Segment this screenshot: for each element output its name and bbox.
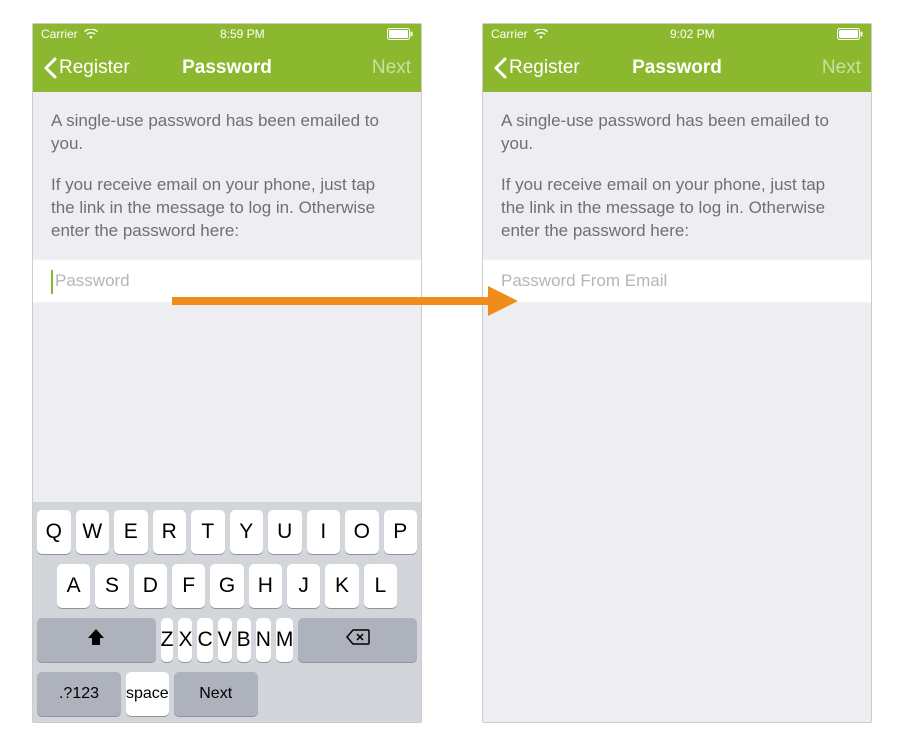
key-v[interactable]: V [218, 618, 232, 662]
key-q[interactable]: Q [37, 510, 71, 554]
page-title: Password [182, 57, 272, 79]
instructions-line1: A single-use password has been emailed t… [501, 110, 853, 156]
symbols-key[interactable]: .?123 [37, 672, 121, 716]
chevron-left-icon [493, 57, 507, 79]
key-l[interactable]: L [364, 564, 397, 608]
back-label: Register [509, 57, 580, 79]
key-j[interactable]: J [287, 564, 320, 608]
back-label: Register [59, 57, 130, 79]
back-button[interactable]: Register [493, 57, 580, 79]
key-u[interactable]: U [268, 510, 302, 554]
key-x[interactable]: X [178, 618, 192, 662]
key-w[interactable]: W [76, 510, 110, 554]
time-label: 8:59 PM [220, 27, 265, 41]
key-n[interactable]: N [256, 618, 271, 662]
keyboard-row-2: A S D F G H J K L [37, 564, 417, 608]
next-button[interactable]: Next [822, 57, 861, 79]
wifi-icon [534, 29, 548, 39]
status-bar: Carrier 9:02 PM [483, 24, 871, 44]
key-m[interactable]: M [276, 618, 294, 662]
password-field[interactable] [51, 271, 403, 291]
battery-icon [837, 28, 863, 40]
key-k[interactable]: K [325, 564, 358, 608]
key-p[interactable]: P [384, 510, 418, 554]
key-b[interactable]: B [237, 618, 251, 662]
body: A single-use password has been emailed t… [483, 92, 871, 722]
shift-icon [86, 628, 106, 652]
key-f[interactable]: F [172, 564, 205, 608]
keyboard-row-1: Q W E R T Y U I O P [37, 510, 417, 554]
body: A single-use password has been emailed t… [33, 92, 421, 722]
page-title: Password [632, 57, 722, 79]
phone-right: Carrier 9:02 PM Register Password Next A… [482, 23, 872, 723]
battery-icon [387, 28, 413, 40]
nav-bar: Register Password Next [483, 44, 871, 92]
key-c[interactable]: C [197, 618, 212, 662]
delete-key[interactable] [298, 618, 417, 662]
carrier-label: Carrier [41, 27, 78, 41]
key-r[interactable]: R [153, 510, 187, 554]
chevron-left-icon [43, 57, 57, 79]
space-key[interactable]: space [126, 672, 169, 716]
key-d[interactable]: D [134, 564, 167, 608]
key-g[interactable]: G [210, 564, 243, 608]
next-button[interactable]: Next [372, 57, 411, 79]
keyboard-row-3: Z X C V B N M [37, 618, 417, 662]
key-a[interactable]: A [57, 564, 90, 608]
key-h[interactable]: H [249, 564, 282, 608]
phone-left: Carrier 8:59 PM Register Password Next A… [32, 23, 422, 723]
instructions-line2: If you receive email on your phone, just… [51, 174, 403, 243]
key-i[interactable]: I [307, 510, 341, 554]
instructions: A single-use password has been emailed t… [483, 92, 871, 259]
nav-bar: Register Password Next [33, 44, 421, 92]
password-input-row[interactable] [483, 259, 871, 303]
key-y[interactable]: Y [230, 510, 264, 554]
text-cursor [51, 270, 53, 294]
instructions: A single-use password has been emailed t… [33, 92, 421, 259]
key-e[interactable]: E [114, 510, 148, 554]
key-o[interactable]: O [345, 510, 379, 554]
instructions-line2: If you receive email on your phone, just… [501, 174, 853, 243]
keyboard: Q W E R T Y U I O P A S D F G H J K L [33, 502, 421, 722]
key-s[interactable]: S [95, 564, 128, 608]
shift-key[interactable] [37, 618, 156, 662]
backspace-icon [346, 628, 370, 652]
key-t[interactable]: T [191, 510, 225, 554]
return-key[interactable]: Next [174, 672, 258, 716]
key-z[interactable]: Z [161, 618, 174, 662]
password-field[interactable] [501, 271, 853, 291]
password-input-row[interactable] [33, 259, 421, 303]
instructions-line1: A single-use password has been emailed t… [51, 110, 403, 156]
status-bar: Carrier 8:59 PM [33, 24, 421, 44]
back-button[interactable]: Register [43, 57, 130, 79]
carrier-label: Carrier [491, 27, 528, 41]
time-label: 9:02 PM [670, 27, 715, 41]
wifi-icon [84, 29, 98, 39]
keyboard-row-4: .?123 space Next [37, 672, 417, 716]
